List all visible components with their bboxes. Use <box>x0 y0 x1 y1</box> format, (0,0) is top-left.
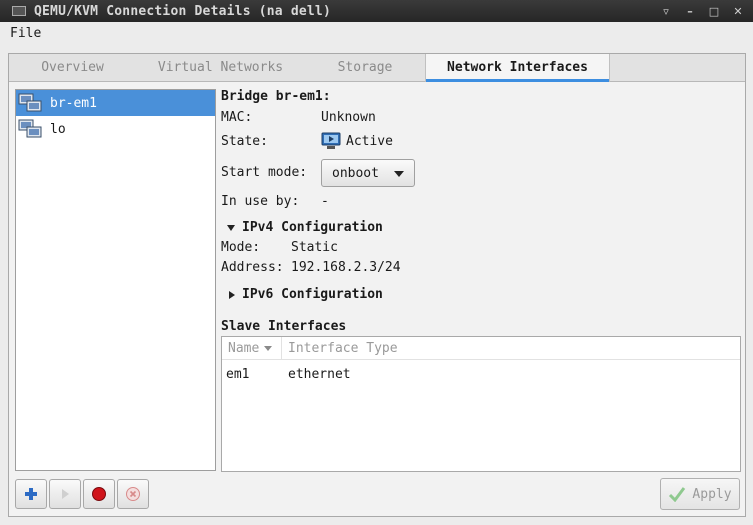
slave-type: ethernet <box>288 366 351 382</box>
bridge-header: Bridge br-em1: <box>221 89 331 104</box>
mac-label: MAC: <box>221 110 253 125</box>
start-mode-label: Start mode: <box>221 165 308 180</box>
table-header: Name Interface Type <box>222 336 740 360</box>
window-title: QEMU/KVM Connection Details (na dell) <box>34 3 331 19</box>
tab-network-interfaces[interactable]: Network Interfaces <box>425 54 610 82</box>
expander-down-icon <box>227 224 235 231</box>
state-active-icon <box>321 132 341 149</box>
start-mode-value: onboot <box>332 165 379 181</box>
delete-interface-button[interactable] <box>117 479 149 509</box>
tab-storage-label: Storage <box>337 60 393 75</box>
in-use-label: In use by: <box>221 194 300 209</box>
delete-icon <box>126 487 140 501</box>
ipv6-header: IPv6 Configuration <box>242 287 383 302</box>
network-interface-icon <box>18 93 42 112</box>
ipv6-expander[interactable]: IPv6 Configuration <box>229 287 383 302</box>
ipv4-mode-value: Static <box>291 240 338 255</box>
checkmark-icon <box>669 487 686 502</box>
stop-icon <box>92 487 106 501</box>
slave-interfaces-table: Name Interface Type em1 ethernet <box>221 336 741 472</box>
tab-storage[interactable]: Storage <box>305 54 425 82</box>
interface-row-lo[interactable]: lo <box>16 116 215 142</box>
tab-virtual-networks[interactable]: Virtual Networks <box>136 54 305 82</box>
close-icon[interactable]: ✕ <box>729 3 747 19</box>
in-use-value: - <box>321 194 329 209</box>
state-label: State: <box>221 134 268 149</box>
column-header-type[interactable]: Interface Type <box>282 337 398 360</box>
expander-right-icon <box>229 290 235 299</box>
ipv4-header: IPv4 Configuration <box>242 220 383 235</box>
tab-virtual-networks-label: Virtual Networks <box>157 60 284 75</box>
chevron-down-icon <box>394 171 404 177</box>
app-icon <box>12 6 26 16</box>
sort-down-icon <box>264 345 273 351</box>
slave-interfaces-header: Slave Interfaces <box>221 319 347 334</box>
details-notebook: Overview Virtual Networks Storage Networ… <box>8 53 746 517</box>
column-header-name-label: Name <box>228 340 260 356</box>
tab-bar: Overview Virtual Networks Storage Networ… <box>9 54 745 82</box>
play-icon <box>62 489 69 499</box>
apply-label: Apply <box>692 486 732 502</box>
tab-overview-label: Overview <box>41 60 104 75</box>
slave-name: em1 <box>226 366 250 382</box>
ipv4-expander[interactable]: IPv4 Configuration <box>227 220 383 235</box>
ipv4-address-value: 192.168.2.3/24 <box>291 260 401 275</box>
stop-interface-button[interactable] <box>83 479 115 509</box>
network-interface-icon <box>18 119 42 138</box>
ipv4-mode-label: Mode: <box>221 240 261 255</box>
menu-file[interactable]: File <box>0 26 51 41</box>
mac-value: Unknown <box>321 110 376 125</box>
column-header-type-label: Interface Type <box>288 340 398 356</box>
table-row[interactable]: em1 ethernet <box>222 362 740 386</box>
menubar: File <box>0 22 753 45</box>
column-header-name[interactable]: Name <box>222 336 282 360</box>
tab-network-interfaces-label: Network Interfaces <box>447 60 588 75</box>
state-value: Active <box>346 134 393 149</box>
interface-row-br-em1[interactable]: br-em1 <box>16 90 215 116</box>
interface-name: lo <box>50 121 66 137</box>
interface-details: Bridge br-em1: MAC: Unknown State: Activ… <box>221 89 741 473</box>
interface-list: br-em1 lo <box>15 89 216 471</box>
add-interface-button[interactable] <box>15 479 47 509</box>
start-mode-dropdown[interactable]: onboot <box>321 159 415 187</box>
plus-icon <box>25 488 37 500</box>
apply-button[interactable]: Apply <box>660 478 740 510</box>
window-menu-icon[interactable]: ▿ <box>657 3 675 19</box>
tab-overview[interactable]: Overview <box>9 54 136 82</box>
maximize-icon[interactable]: □ <box>705 3 723 19</box>
interface-name: br-em1 <box>50 95 97 111</box>
ipv4-address-label: Address: <box>221 260 284 275</box>
start-interface-button[interactable] <box>49 479 81 509</box>
window-titlebar: QEMU/KVM Connection Details (na dell) ▿ … <box>0 0 753 22</box>
active-tab-indicator <box>426 79 609 82</box>
minimize-icon[interactable]: – <box>681 3 699 19</box>
